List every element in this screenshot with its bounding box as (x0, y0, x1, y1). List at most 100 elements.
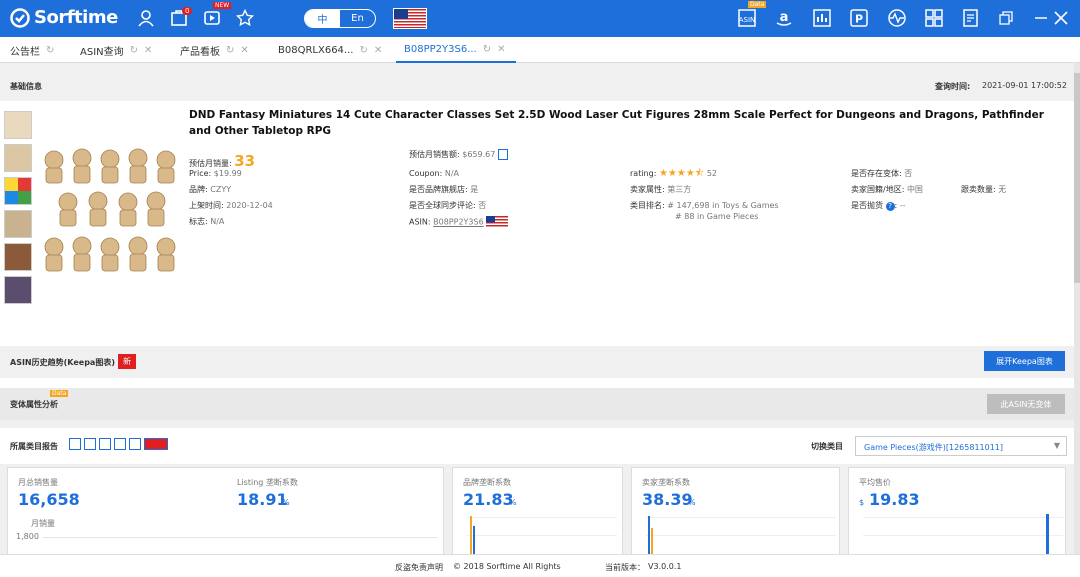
thumbnail[interactable] (4, 111, 32, 139)
label: Price: (189, 169, 212, 178)
close-icon[interactable]: ✕ (240, 45, 248, 56)
variant-section: 变体属性分析 Data 此ASIN无变体 (0, 388, 1074, 420)
listed-date: 上架时间: 2020-12-04 (189, 200, 273, 211)
scrollbar-thumb[interactable] (1074, 73, 1080, 283)
video-icon[interactable]: NEW (201, 2, 232, 29)
thumbnail[interactable] (4, 210, 32, 238)
gridline (646, 517, 836, 518)
label: 卖家属性: (630, 185, 665, 194)
chart-ylabel: 月销量 (31, 519, 55, 528)
tab-asin-2[interactable]: B08PP2Y3S6... ↻ ✕ (396, 37, 516, 63)
pulse-icon[interactable] (886, 7, 908, 29)
label: 预估月销量: (189, 159, 232, 168)
help-icon[interactable]: ? (885, 202, 895, 211)
value: 否 (478, 201, 487, 210)
label: 品牌: (189, 185, 208, 194)
lang-en-button[interactable]: En (340, 10, 375, 27)
lang-zh-button[interactable]: 中 (305, 10, 340, 27)
expand-keepa-button[interactable]: 展开Keepa图表 (984, 351, 1065, 371)
category-select[interactable]: Game Pieces(游戏件)[1265811011] ▼ (855, 436, 1067, 456)
thumbnail[interactable] (4, 177, 32, 205)
product-image[interactable] (40, 146, 185, 281)
stat-value: 21.83 (463, 490, 514, 509)
tab-label: ASIN查询 (80, 46, 124, 58)
p-icon[interactable]: P (848, 7, 870, 29)
chart-icon[interactable] (811, 7, 833, 29)
tab-asin-1[interactable]: B08QRLX664... ↻ ✕ (278, 37, 382, 63)
label: 预估月销售额: (409, 150, 460, 159)
star-icon[interactable] (114, 438, 126, 450)
calculator-icon[interactable] (497, 149, 508, 160)
tab-label: B08QRLX664... (278, 44, 354, 56)
line-chart-icon[interactable] (69, 438, 81, 450)
asin-link[interactable]: B08PP2Y3S6 (433, 218, 484, 227)
switch-category-label: 切换类目 (811, 442, 843, 451)
value: $659.67 (462, 150, 496, 159)
restore-icon[interactable] (995, 7, 1017, 29)
close-icon[interactable] (1050, 7, 1072, 29)
chevron-down-icon: ▼ (1053, 441, 1060, 450)
star-icon[interactable] (234, 7, 256, 29)
footer: 反盗免责声明 © 2018 Sorftime All Rights 当前版本： … (0, 554, 1080, 577)
us-flag-icon[interactable] (393, 8, 427, 29)
new-badge: 新 (118, 354, 136, 369)
refresh-icon[interactable]: ↻ (483, 44, 491, 55)
gridline (863, 535, 1063, 536)
report-icon[interactable] (960, 7, 982, 29)
label: ASIN: (409, 217, 431, 227)
user-icon[interactable] (135, 7, 157, 29)
stat-card-brand: 品牌垄断系数 21.83 % (452, 467, 623, 562)
scrollbar[interactable] (1074, 63, 1080, 554)
cart-icon[interactable]: 0 (168, 7, 193, 29)
value: 2020-12-04 (226, 201, 273, 210)
amazon-icon[interactable]: a (773, 7, 795, 29)
chart-ytick: 1,800 (16, 532, 39, 541)
has-variant: 是否存在变体: 否 (851, 168, 912, 179)
bar-chart-icon[interactable] (84, 438, 96, 450)
est-sales: 预估月销量: 33 (189, 152, 255, 170)
refresh-icon[interactable]: ↻ (359, 45, 367, 56)
spacer (0, 378, 1074, 388)
no-variant-button: 此ASIN无变体 (987, 394, 1065, 414)
tab-label: 公告栏 (10, 46, 40, 58)
refresh-icon[interactable]: ↻ (130, 45, 138, 56)
grid-icon[interactable] (923, 7, 945, 29)
disclaimer-link[interactable]: 反盗免责声明 (395, 562, 443, 573)
asin-data-icon[interactable]: ASIN Data (736, 1, 767, 29)
close-icon[interactable]: ✕ (144, 45, 152, 56)
svg-text:P: P (855, 13, 863, 26)
thumbnail[interactable] (4, 243, 32, 271)
close-icon[interactable]: ✕ (497, 44, 505, 55)
refresh-icon[interactable]: ↻ (46, 45, 54, 56)
thumbnail[interactable] (4, 276, 32, 304)
language-toggle[interactable]: 中 En (304, 9, 376, 28)
refresh-icon[interactable]: ↻ (226, 45, 234, 56)
rank-2: # 88 in Game Pieces (675, 212, 759, 221)
tab-asin-query[interactable]: ASIN查询 ↻ ✕ (80, 37, 152, 63)
m3-icon[interactable] (144, 438, 168, 450)
tab-announcement[interactable]: 公告栏 ↻ (10, 37, 54, 63)
new-badge: NEW (213, 2, 232, 9)
minimize-icon[interactable] (1030, 7, 1052, 29)
label: 是否品牌旗舰店: (409, 185, 468, 194)
svg-text:a: a (780, 10, 789, 25)
stat-card-seller: 卖家垄断系数 38.39 % (631, 467, 840, 562)
svg-text:ASIN: ASIN (739, 16, 756, 24)
label: rating: (630, 169, 657, 178)
global-review: 是否全球同步评论: 否 (409, 200, 486, 211)
gridline (467, 535, 617, 536)
stat-label: 品牌垄断系数 (463, 478, 511, 487)
trend-icon[interactable] (99, 438, 111, 450)
seller-country: 卖家国籍/地区: 中国 (851, 184, 923, 195)
stat-label: Listing 垄断系数 (237, 478, 298, 487)
amazon-icon[interactable] (129, 438, 141, 450)
us-flag-icon (486, 216, 509, 228)
product-title[interactable]: DND Fantasy Miniatures 14 Cute Character… (189, 107, 1069, 139)
label: 类目排名: (630, 201, 665, 210)
close-icon[interactable]: ✕ (374, 45, 382, 56)
stat-unit: % (688, 498, 696, 507)
query-time-label: 查询时间: (935, 82, 971, 91)
tab-product-board[interactable]: 产品看板 ↻ ✕ (180, 37, 249, 63)
stat-value: 16,658 (18, 490, 80, 509)
thumbnail[interactable] (4, 144, 32, 172)
